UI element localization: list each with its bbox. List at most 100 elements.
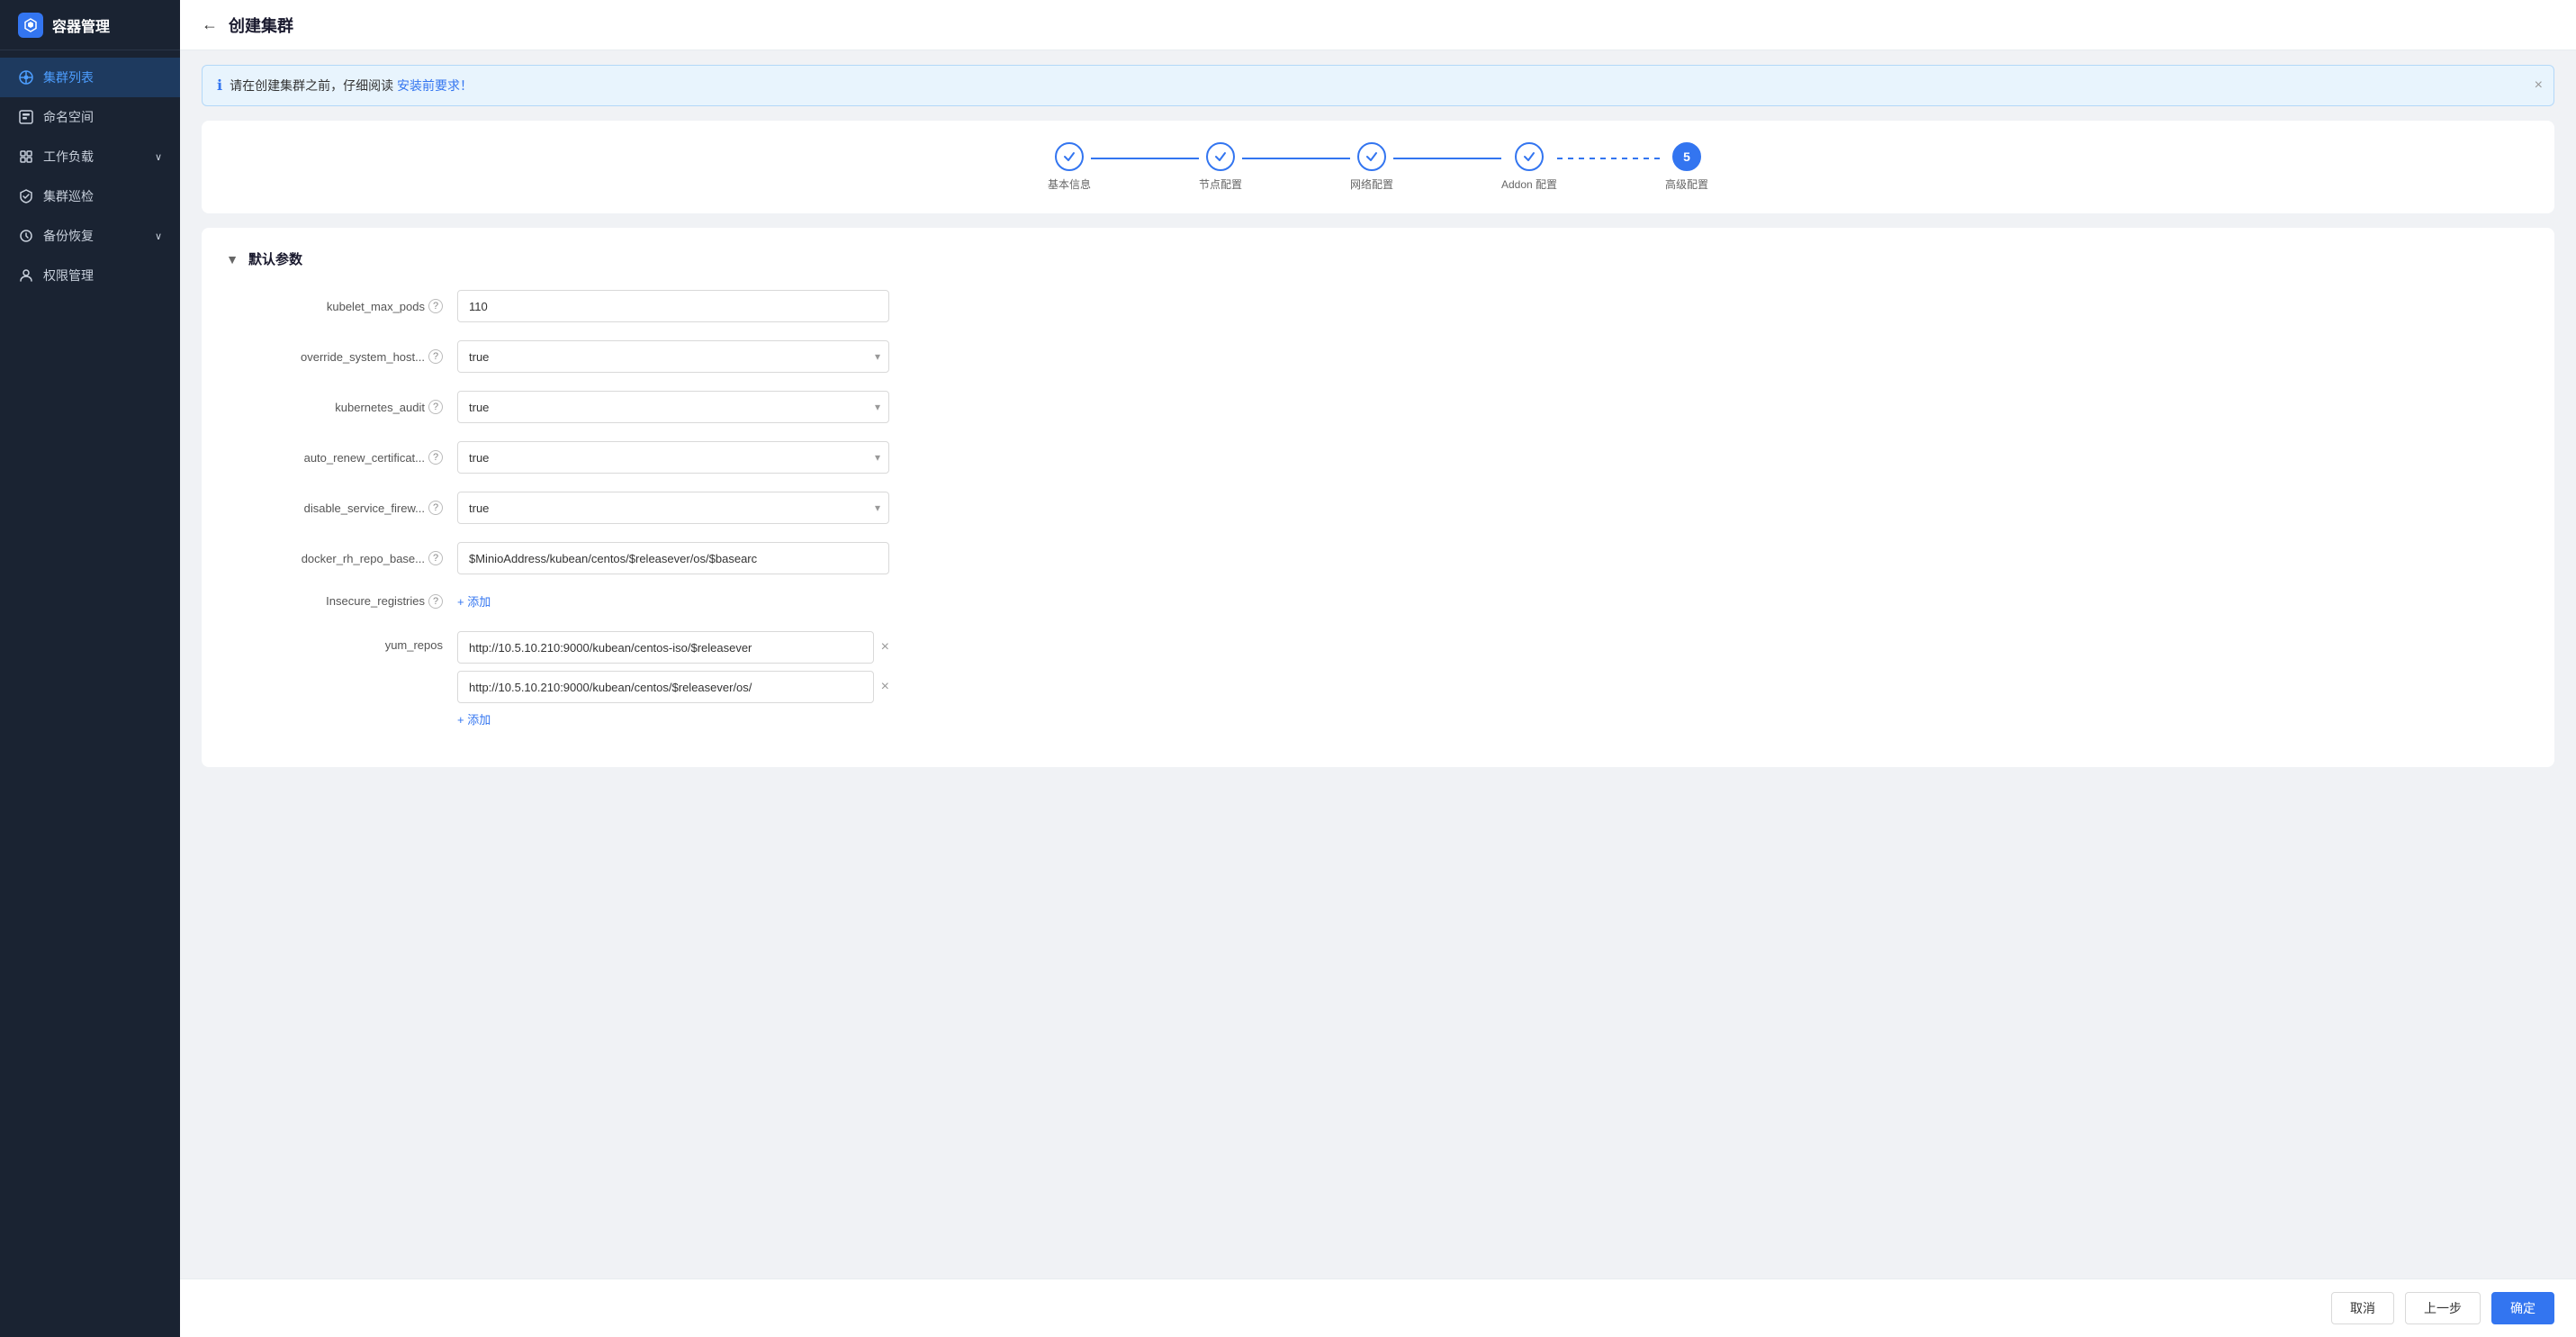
collapse-icon[interactable]: ▼ (223, 250, 241, 268)
workload-icon (18, 149, 34, 165)
info-banner: ℹ 请在创建集群之前，仔细阅读 安装前要求！ × (202, 65, 2554, 106)
patrol-icon (18, 188, 34, 204)
cluster-list-icon (18, 69, 34, 86)
yum-repos-control: × × + 添加 (457, 631, 889, 727)
yum-repos-remove-1-button[interactable]: × (881, 639, 889, 655)
step-line-4 (1557, 158, 1665, 159)
sidebar-item-namespace[interactable]: 命名空间 (0, 97, 180, 137)
field-docker-rh-repo-base: docker_rh_repo_base... ? (223, 542, 2533, 574)
banner-link[interactable]: 安装前要求！ (397, 78, 473, 93)
step-2: 节点配置 (1199, 142, 1242, 192)
override-system-host-label: override_system_host... ? (223, 349, 457, 364)
disable-service-firew-label: disable_service_firew... ? (223, 501, 457, 515)
confirm-button[interactable]: 确定 (2491, 1292, 2554, 1324)
auto-renew-certificat-select[interactable]: true false (457, 441, 889, 474)
insecure-registries-control: + 添加 (457, 592, 889, 610)
page-title: 创建集群 (229, 14, 293, 37)
step-line-2 (1242, 158, 1350, 159)
step-3-circle (1357, 142, 1386, 171)
step-3-label: 网络配置 (1350, 176, 1393, 192)
insecure-registries-add-button[interactable]: + 添加 (457, 592, 491, 610)
field-disable-service-firew: disable_service_firew... ? true false ▾ (223, 492, 2533, 524)
disable-service-firew-control: true false ▾ (457, 492, 889, 524)
prev-button[interactable]: 上一步 (2405, 1292, 2481, 1324)
permission-icon (18, 267, 34, 284)
sidebar-nav: 集群列表 命名空间 工作负载 ∨ (0, 50, 180, 1337)
kubelet-max-pods-control (457, 290, 889, 322)
field-yum-repos: yum_repos × × + 添加 (223, 628, 2533, 727)
docker-rh-repo-base-help-icon[interactable]: ? (428, 551, 443, 565)
docker-rh-repo-base-label: docker_rh_repo_base... ? (223, 551, 457, 565)
banner-close-button[interactable]: × (2535, 77, 2543, 94)
field-kubernetes-audit: kubernetes_audit ? true false ▾ (223, 391, 2533, 423)
back-button[interactable]: ← (202, 15, 218, 34)
sidebar-item-label: 备份恢复 (43, 227, 94, 245)
step-4-label: Addon 配置 (1501, 176, 1557, 192)
auto-renew-certificat-control: true false ▾ (457, 441, 889, 474)
info-icon: ℹ (217, 77, 222, 95)
sidebar-item-label: 集群列表 (43, 68, 94, 86)
step-2-label: 节点配置 (1199, 176, 1242, 192)
yum-repos-add-button[interactable]: + 添加 (457, 710, 491, 727)
insecure-registries-label: Insecure_registries ? (223, 594, 457, 609)
disable-service-firew-select[interactable]: true false (457, 492, 889, 524)
backup-icon (18, 228, 34, 244)
sidebar-item-backup[interactable]: 备份恢复 ∨ (0, 216, 180, 256)
yum-repos-item-1: × (457, 631, 889, 664)
main-content: ← 创建集群 ℹ 请在创建集群之前，仔细阅读 安装前要求！ × 基本信息 (180, 0, 2576, 1337)
content-area: ℹ 请在创建集群之前，仔细阅读 安装前要求！ × 基本信息 (180, 50, 2576, 1337)
step-line-3 (1393, 158, 1501, 159)
step-1: 基本信息 (1048, 142, 1091, 192)
form-card: ▼ 默认参数 kubelet_max_pods ? override_syste… (202, 228, 2554, 767)
namespace-icon (18, 109, 34, 125)
kubelet-max-pods-help-icon[interactable]: ? (428, 299, 443, 313)
kubernetes-audit-select[interactable]: true false (457, 391, 889, 423)
auto-renew-certificat-label: auto_renew_certificat... ? (223, 450, 457, 465)
sidebar-item-workload[interactable]: 工作负载 ∨ (0, 137, 180, 176)
logo-icon (18, 13, 43, 38)
step-5: 5 高级配置 (1665, 142, 1708, 192)
card-header: ▼ 默认参数 (223, 249, 2533, 268)
cancel-button[interactable]: 取消 (2331, 1292, 2394, 1324)
app-logo: 容器管理 (0, 0, 180, 50)
page-footer: 取消 上一步 确定 (180, 1278, 2576, 1337)
yum-repos-input-1[interactable] (457, 631, 874, 664)
kubernetes-audit-help-icon[interactable]: ? (428, 400, 443, 414)
sidebar-item-label: 工作负载 (43, 148, 94, 166)
sidebar-item-label: 命名空间 (43, 108, 94, 126)
page-header: ← 创建集群 (180, 0, 2576, 50)
step-line-1 (1091, 158, 1199, 159)
override-system-host-control: true false ▾ (457, 340, 889, 373)
step-3: 网络配置 (1350, 142, 1393, 192)
kubernetes-audit-control: true false ▾ (457, 391, 889, 423)
app-title: 容器管理 (52, 14, 110, 36)
section-title: 默认参数 (248, 249, 302, 268)
override-system-host-help-icon[interactable]: ? (428, 349, 443, 364)
step-4: Addon 配置 (1501, 142, 1557, 192)
kubelet-max-pods-input[interactable] (457, 290, 889, 322)
sidebar: 容器管理 集群列表 (0, 0, 180, 1337)
disable-service-firew-help-icon[interactable]: ? (428, 501, 443, 515)
sidebar-item-patrol[interactable]: 集群巡检 (0, 176, 180, 216)
workload-arrow-icon: ∨ (155, 151, 162, 163)
step-5-circle: 5 (1672, 142, 1701, 171)
kubelet-max-pods-label: kubelet_max_pods ? (223, 299, 457, 313)
auto-renew-certificat-help-icon[interactable]: ? (428, 450, 443, 465)
sidebar-item-cluster-list[interactable]: 集群列表 (0, 58, 180, 97)
step-1-circle (1055, 142, 1084, 171)
yum-repos-remove-2-button[interactable]: × (881, 679, 889, 695)
sidebar-item-permission[interactable]: 权限管理 (0, 256, 180, 295)
backup-arrow-icon: ∨ (155, 230, 162, 242)
field-auto-renew-certificat: auto_renew_certificat... ? true false ▾ (223, 441, 2533, 474)
docker-rh-repo-base-input[interactable] (457, 542, 889, 574)
sidebar-item-label: 集群巡检 (43, 187, 94, 205)
docker-rh-repo-base-control (457, 542, 889, 574)
step-4-circle (1515, 142, 1544, 171)
override-system-host-select[interactable]: true false (457, 340, 889, 373)
kubernetes-audit-label: kubernetes_audit ? (223, 400, 457, 414)
step-2-circle (1206, 142, 1235, 171)
field-insecure-registries: Insecure_registries ? + 添加 (223, 592, 2533, 610)
yum-repos-input-2[interactable] (457, 671, 874, 703)
insecure-registries-help-icon[interactable]: ? (428, 594, 443, 609)
stepper: 基本信息 节点配置 网络配置 (202, 121, 2554, 213)
